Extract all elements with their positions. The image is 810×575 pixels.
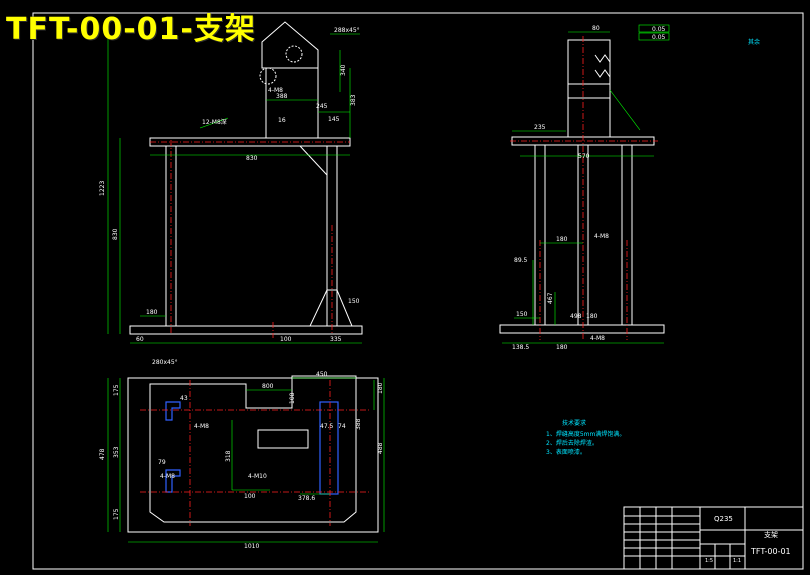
side-dim-top: 80 <box>592 25 600 32</box>
front-gusset <box>309 289 353 327</box>
side-dim-base-bottom-mid: 180 <box>556 344 568 351</box>
front-dim-base-left: 180 <box>146 309 158 316</box>
title-part-name: 支架 <box>764 530 778 539</box>
top-dim-chamfer: 280x45° <box>152 359 178 366</box>
tech-notes: 技术要求 1、焊缝高度5mm满焊饱满。 2、焊后去除焊渣。 3、表面喷漆。 <box>546 419 625 456</box>
front-vertical-plate <box>265 67 319 139</box>
front-dim-gusset: 150 <box>348 298 360 305</box>
top-dim-47: 47.5 <box>320 423 334 430</box>
side-dim-width: 498 <box>570 313 582 320</box>
side-base <box>499 324 665 334</box>
tech-note-1: 1、焊缝高度5mm满焊饱满。 <box>546 430 625 438</box>
title-block: Q235 支架 TFT-00-01 1:5 1:1 <box>623 506 804 570</box>
top-dim-inner-w1: 800 <box>262 383 274 390</box>
top-hole-note-3: 4-M8 <box>160 473 175 480</box>
front-plate-top <box>261 21 319 69</box>
side-dim-height-left: 89.5 <box>514 257 528 264</box>
top-dim-left-mid: 353 <box>113 446 120 458</box>
front-dim-chamfer: 288x45° <box>334 27 360 34</box>
title-material: Q235 <box>714 515 733 523</box>
side-dim-base-gap: 180 <box>586 313 598 320</box>
front-dim-base-right: 335 <box>330 336 342 343</box>
side-view: 235 570 180 89.5 467 498 150 180 138.5 1… <box>499 24 670 351</box>
side-tol-2: 0.05 <box>652 34 666 41</box>
top-dim-overall-width: 1010 <box>244 543 259 550</box>
top-blue-bracket <box>319 401 339 495</box>
top-dim-378: 378.6 <box>298 495 315 502</box>
top-hole-note-2: 4-M10 <box>248 473 267 480</box>
top-hole-note: 4-M8 <box>194 423 209 430</box>
front-base <box>129 325 363 335</box>
side-dim-base-left: 150 <box>516 311 528 318</box>
front-dim-plate-offset: 145 <box>328 116 340 123</box>
top-dim-overall-height: 478 <box>99 448 106 460</box>
side-dim-base-bottom-left: 138.5 <box>512 344 529 351</box>
front-view: 830 1223 830 180 60 100 335 150 245 145 … <box>99 21 363 344</box>
top-dim-79: 79 <box>158 459 166 466</box>
drawing-border <box>32 12 804 570</box>
title-scale-1: 1:5 <box>705 558 713 564</box>
front-dim-plate-base: 388 <box>276 93 288 100</box>
front-dim-plate-width: 245 <box>316 103 328 110</box>
side-dim-col-gap: 180 <box>556 236 568 243</box>
front-hole-note: 4-M8 <box>268 87 283 94</box>
top-dim-left-top: 175 <box>113 384 120 396</box>
top-block <box>257 429 309 449</box>
front-thread-note: 12-M8深 <box>202 118 227 126</box>
front-dim-plate-small: 16 <box>278 117 286 124</box>
top-dim-388: 388 <box>355 418 362 430</box>
top-dim-318: 318 <box>225 450 232 462</box>
title-scale-2: 1:1 <box>733 558 741 564</box>
top-dim-74: 74 <box>338 423 346 430</box>
side-dim-inner-width: 570 <box>578 153 590 160</box>
drawing-title: TFT-00-01-支架 <box>6 12 256 47</box>
side-tol-1: 0.05 <box>652 26 666 33</box>
front-dim-frame-height: 830 <box>112 228 119 240</box>
top-dim-43: 43 <box>180 395 188 402</box>
front-hole-1 <box>259 67 277 85</box>
top-dim-100: 100 <box>244 493 256 500</box>
corner-mark: 其余 <box>748 38 760 46</box>
side-dim-top-ext: 235 <box>534 124 546 131</box>
title-part-no: TFT-00-01 <box>750 547 791 556</box>
tech-note-3: 3、表面喷漆。 <box>546 448 586 456</box>
front-hole-2 <box>285 45 303 63</box>
top-outline <box>127 377 379 533</box>
front-dim-plate-height: 383 <box>350 94 357 106</box>
side-hole-note: 4-M8 <box>594 233 609 240</box>
tech-note-2: 2、焊后去除焊渣。 <box>546 439 598 447</box>
front-dim-base-foot: 60 <box>136 336 144 343</box>
front-dim-overall-height: 1223 <box>99 181 106 196</box>
front-dim-base-mid: 100 <box>280 336 292 343</box>
top-dim-108: 108 <box>289 392 296 404</box>
top-dim-left-bottom: 175 <box>113 508 120 520</box>
top-dim-right-small: 180 <box>377 382 384 394</box>
side-upright <box>567 39 611 138</box>
front-dim-plate-side: 340 <box>340 64 347 76</box>
top-dim-right-height: 488 <box>377 442 384 454</box>
side-bottom-hole-note: 4-M8 <box>590 335 605 342</box>
top-view: 280x45° 1010 478 488 175 353 175 800 450… <box>99 359 385 550</box>
top-dim-inner-w2: 450 <box>316 371 328 378</box>
cad-drawing-canvas: 830 1223 830 180 60 100 335 150 245 145 … <box>32 12 804 570</box>
side-dim-height-mid: 467 <box>547 292 554 304</box>
front-strut <box>299 145 328 176</box>
front-dim-top-width: 830 <box>246 155 258 162</box>
tech-notes-title: 技术要求 <box>562 419 586 427</box>
